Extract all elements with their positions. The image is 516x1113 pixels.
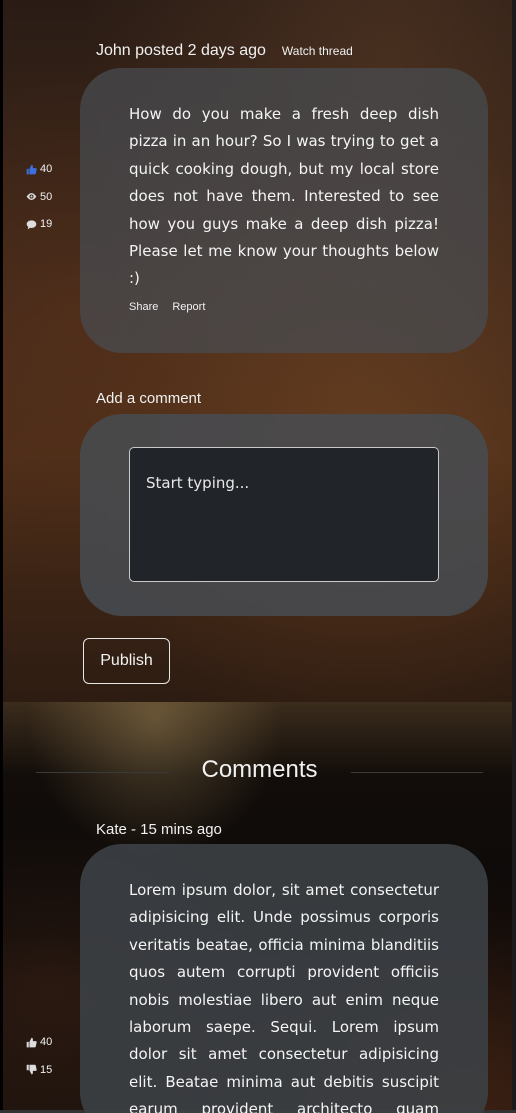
comments-stat: 19 bbox=[26, 217, 52, 231]
watch-thread-link[interactable]: Watch thread bbox=[282, 44, 353, 58]
scrollbar-track[interactable] bbox=[512, 0, 516, 1113]
likes-stat[interactable]: 40 bbox=[26, 162, 52, 176]
publish-button[interactable]: Publish bbox=[83, 638, 170, 684]
post-header: John posted 2 days ago Watch thread bbox=[96, 42, 353, 60]
post-actions: Share Report bbox=[129, 301, 205, 313]
report-link[interactable]: Report bbox=[172, 301, 205, 313]
likes-count: 40 bbox=[40, 163, 53, 175]
comment-icon bbox=[26, 219, 37, 229]
divider-right bbox=[351, 772, 483, 773]
comments-count: 19 bbox=[40, 218, 53, 230]
comment-input[interactable] bbox=[129, 447, 439, 582]
thumbs-up-icon bbox=[26, 164, 37, 174]
post-body: How do you make a fresh deep dish pizza … bbox=[129, 105, 439, 288]
share-link[interactable]: Share bbox=[129, 301, 158, 313]
comment-likes-count: 40 bbox=[40, 1036, 53, 1048]
comments-title: Comments bbox=[201, 756, 318, 783]
comment-card: Lorem ipsum dolor, sit amet consectetur … bbox=[80, 844, 488, 1113]
compose-card bbox=[80, 414, 488, 616]
window-edge bbox=[0, 0, 3, 1113]
post-card: How do you make a fresh deep dish pizza … bbox=[80, 68, 488, 353]
post-author-line: John posted 2 days ago bbox=[96, 42, 266, 59]
views-count: 50 bbox=[40, 190, 53, 203]
views-stat: 50 bbox=[26, 190, 52, 204]
comment-stats: 40 15 bbox=[26, 1035, 52, 1090]
comment-body: Lorem ipsum dolor, sit amet consectetur … bbox=[129, 881, 439, 1113]
post-stats: 40 50 19 bbox=[26, 162, 52, 245]
comment-dislikes-count: 15 bbox=[40, 1063, 53, 1076]
comment-meta: Kate - 15 mins ago bbox=[96, 821, 222, 838]
comment-dislikes-stat[interactable]: 15 bbox=[26, 1063, 52, 1077]
eye-icon bbox=[26, 193, 37, 200]
comments-heading: Comments bbox=[36, 756, 483, 788]
comment-likes-stat[interactable]: 40 bbox=[26, 1035, 52, 1049]
thumbs-down-icon bbox=[26, 1064, 37, 1075]
thumbs-up-icon bbox=[26, 1037, 37, 1047]
add-comment-label: Add a comment bbox=[96, 390, 202, 407]
